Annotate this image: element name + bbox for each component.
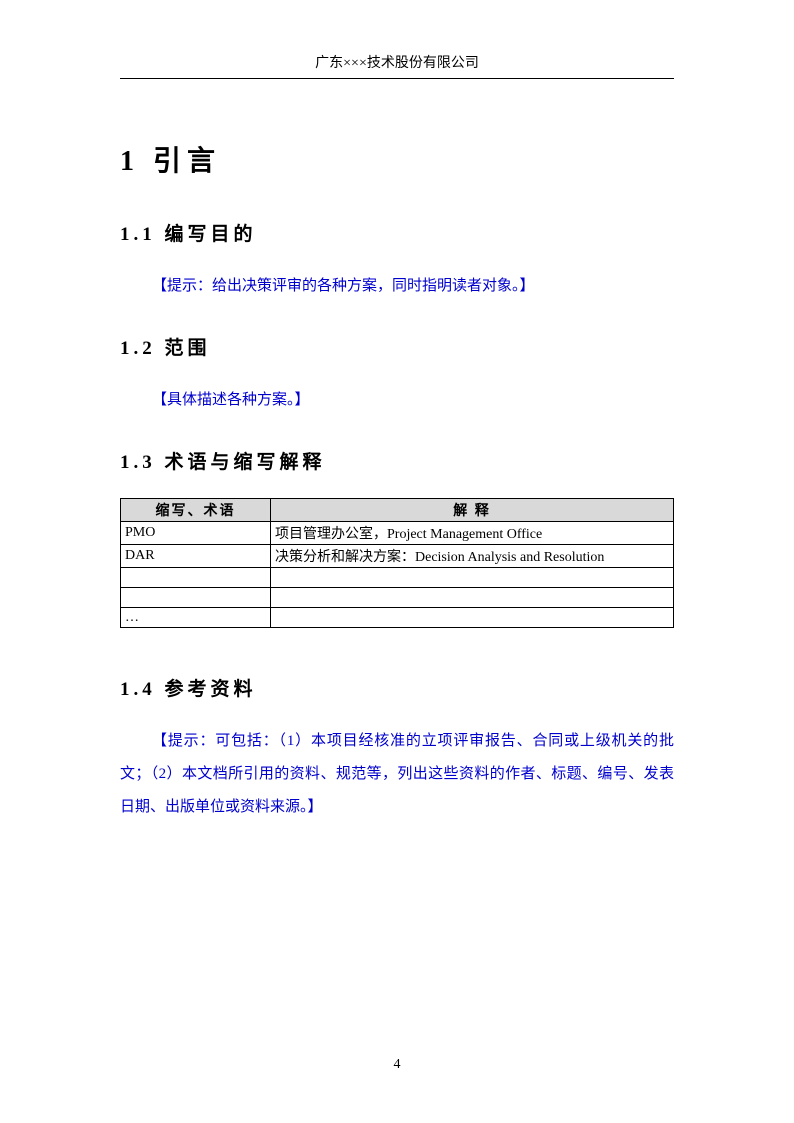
table-header-explanation: 解 释 xyxy=(271,499,674,522)
explanation-cell xyxy=(271,608,674,628)
table-row xyxy=(121,568,674,588)
table-row xyxy=(121,588,674,608)
page-header: 广东×××技术股份有限公司 xyxy=(120,0,674,79)
heading-introduction: 1 引言 xyxy=(120,139,674,179)
explanation-cell: 决策分析和解决方案：Decision Analysis and Resoluti… xyxy=(271,545,674,568)
terms-table: 缩写、术语 解 释 PMO 项目管理办公室，Project Management… xyxy=(120,498,674,628)
term-cell xyxy=(121,588,271,608)
table-row: DAR 决策分析和解决方案：Decision Analysis and Reso… xyxy=(121,545,674,568)
heading-terms: 1.3 术语与缩写解释 xyxy=(120,447,674,474)
table-header-term: 缩写、术语 xyxy=(121,499,271,522)
explanation-cell: 项目管理办公室，Project Management Office xyxy=(271,522,674,545)
hint-purpose: 【提示：给出决策评审的各种方案，同时指明读者对象。】 xyxy=(152,270,674,303)
explanation-cell xyxy=(271,568,674,588)
heading-scope: 1.2 范围 xyxy=(120,333,674,360)
page-number: 4 xyxy=(0,1057,794,1073)
term-cell: DAR xyxy=(121,545,271,568)
term-cell: PMO xyxy=(121,522,271,545)
table-header-row: 缩写、术语 解 释 xyxy=(121,499,674,522)
table-row: … xyxy=(121,608,674,628)
term-cell: … xyxy=(121,608,271,628)
table-row: PMO 项目管理办公室，Project Management Office xyxy=(121,522,674,545)
heading-references: 1.4 参考资料 xyxy=(120,674,674,701)
term-cell xyxy=(121,568,271,588)
heading-purpose: 1.1 编写目的 xyxy=(120,219,674,246)
hint-scope: 【具体描述各种方案。】 xyxy=(152,384,674,417)
hint-references: 【提示：可包括：（1）本项目经核准的立项评审报告、合同或上级机关的批文；（2）本… xyxy=(120,725,674,824)
explanation-cell xyxy=(271,588,674,608)
